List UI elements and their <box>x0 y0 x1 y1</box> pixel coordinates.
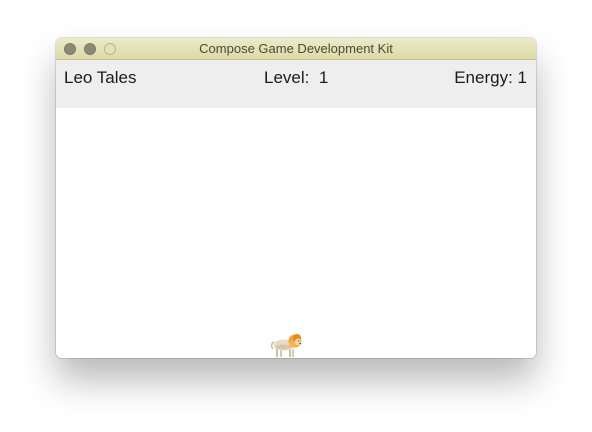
energy-label: Energy: <box>454 68 513 87</box>
energy-value: 1 <box>517 68 527 87</box>
game-playfield[interactable] <box>56 108 536 358</box>
lion-icon[interactable] <box>270 332 304 358</box>
desktop-background: Compose Game Development Kit Leo Tales L… <box>0 0 592 432</box>
window-title: Compose Game Development Kit <box>199 41 393 56</box>
game-window: Compose Game Development Kit Leo Tales L… <box>56 38 536 358</box>
level-indicator: Level: 1 <box>264 68 328 88</box>
level-label: Level: <box>264 68 310 87</box>
energy-indicator: Energy: 1 <box>454 68 527 88</box>
game-hud: Leo Tales Level: 1 Energy: 1 <box>56 60 536 108</box>
game-title: Leo Tales <box>64 68 137 87</box>
window-titlebar[interactable]: Compose Game Development Kit <box>56 38 536 60</box>
level-value: 1 <box>318 68 329 87</box>
